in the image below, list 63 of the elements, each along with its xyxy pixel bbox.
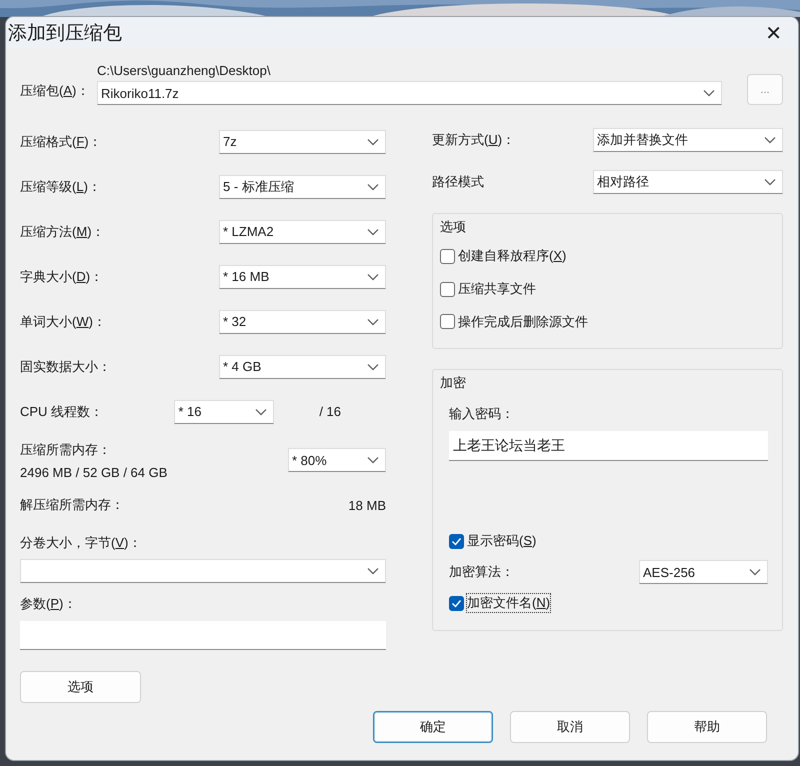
dropdown[interactable]: AES-256 bbox=[639, 560, 768, 584]
dropdown[interactable]: 相对路径 bbox=[593, 170, 783, 194]
field-label: 固实数据大小： bbox=[20, 358, 111, 376]
checkbox[interactable]: 显示密码(S) bbox=[449, 524, 768, 558]
chevron-down-icon bbox=[764, 136, 776, 144]
close-button[interactable]: ✕ bbox=[761, 20, 786, 44]
group-title: 选项 bbox=[440, 218, 467, 236]
field-label: 压缩等级(L)： bbox=[20, 178, 101, 196]
chevron-down-icon bbox=[764, 178, 776, 186]
chevron-down-icon bbox=[255, 408, 268, 416]
dropdown[interactable]: * 16 bbox=[174, 400, 274, 424]
field-label: 输入密码： bbox=[449, 405, 515, 423]
dropdown[interactable]: * 16 MB bbox=[219, 264, 386, 288]
field-label: 参数(P)： bbox=[20, 596, 76, 611]
dropdown[interactable]: * 32 bbox=[219, 310, 386, 334]
dialog-button[interactable]: 取消 bbox=[510, 711, 630, 743]
field-label: CPU 线程数： bbox=[20, 402, 104, 420]
dropdown[interactable]: 5 - 标准压缩 bbox=[219, 174, 386, 198]
field-label: 路径模式 bbox=[432, 173, 484, 191]
chevron-down-icon bbox=[367, 272, 379, 280]
field-label: 分卷大小，字节(V)： bbox=[20, 535, 142, 550]
chevron-down-icon bbox=[367, 362, 379, 370]
checkbox[interactable]: 创建自释放程序(X) bbox=[440, 240, 768, 273]
field-label: 压缩方法(M)： bbox=[20, 222, 105, 240]
dropdown[interactable]: * LZMA2 bbox=[219, 220, 386, 244]
field-label: 解压缩所需内存： bbox=[20, 496, 124, 514]
chevron-down-icon bbox=[703, 89, 715, 97]
dropdown[interactable]: * 80% bbox=[288, 448, 386, 472]
dropdown[interactable]: * 4 GB bbox=[219, 354, 386, 378]
chevron-down-icon bbox=[367, 138, 379, 146]
password-field[interactable]: 上老王论坛当老王 bbox=[449, 431, 768, 461]
dialog-button[interactable]: 帮助 bbox=[647, 711, 767, 743]
volume-size-combobox[interactable] bbox=[20, 559, 386, 583]
dialog-button[interactable]: 确定 bbox=[373, 711, 493, 743]
field-label: 单词大小(W)： bbox=[20, 312, 106, 330]
field-label: 压缩格式(F)： bbox=[20, 132, 102, 150]
thread-count: / 16 bbox=[319, 404, 341, 419]
options-button[interactable]: 选项 bbox=[20, 671, 141, 703]
field-label: 更新方式(U)： bbox=[432, 131, 516, 149]
checkbox[interactable]: 操作完成后删除源文件 bbox=[440, 305, 768, 338]
window-title: 添加到压缩包 bbox=[8, 22, 122, 46]
chevron-down-icon bbox=[749, 568, 761, 576]
memory-usage: 2496 MB / 52 GB / 64 GB bbox=[20, 464, 168, 480]
chevron-down-icon bbox=[367, 318, 379, 326]
checkbox[interactable]: 加密文件名(N) bbox=[449, 586, 768, 620]
chevron-down-icon bbox=[367, 567, 379, 575]
dropdown[interactable]: 添加并替换文件 bbox=[593, 128, 783, 152]
checkbox[interactable]: 压缩共享文件 bbox=[440, 272, 768, 306]
chevron-down-icon bbox=[367, 228, 379, 236]
chevron-down-icon bbox=[367, 182, 379, 190]
checkmark-icon bbox=[451, 536, 462, 546]
chevron-down-icon bbox=[367, 456, 379, 464]
folder-path: C:\Users\guanzheng\Desktop\ bbox=[97, 63, 272, 78]
field-label: 加密算法： bbox=[449, 563, 514, 581]
field-label: 字典大小(D)： bbox=[20, 268, 104, 286]
field-label: 压缩所需内存： bbox=[20, 440, 112, 458]
memory-value: 18 MB bbox=[348, 498, 386, 512]
dropdown[interactable]: 7z bbox=[219, 130, 386, 154]
checkmark-icon bbox=[451, 598, 462, 608]
field-label: 压缩包(A)： bbox=[20, 82, 90, 100]
archive-name-combobox[interactable]: Rikoriko11.7z bbox=[97, 81, 722, 105]
parameters-field[interactable] bbox=[20, 621, 386, 650]
group-title: 加密 bbox=[440, 374, 467, 392]
